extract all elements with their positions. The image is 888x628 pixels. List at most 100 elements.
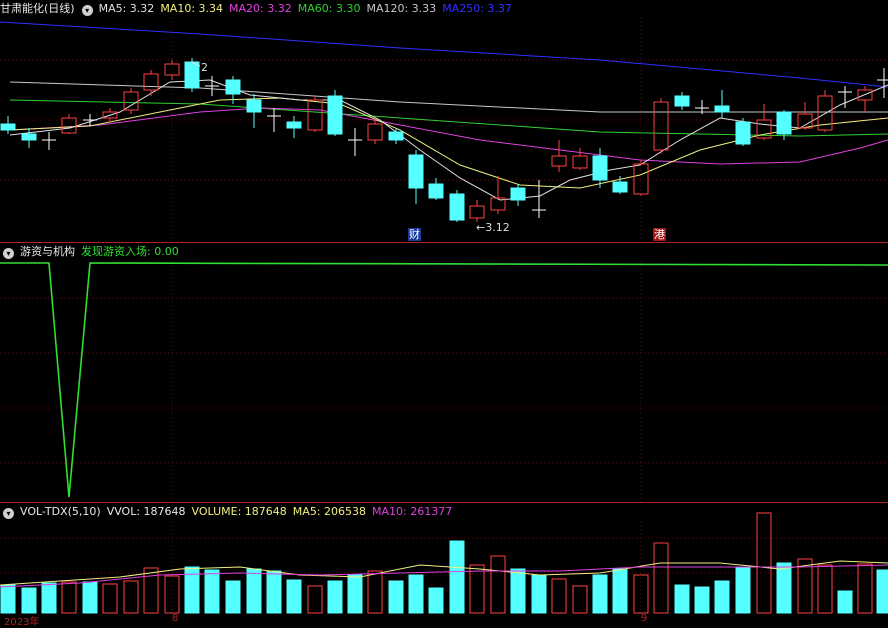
volume-bar-19 (388, 580, 404, 614)
volume-bar-42 (857, 563, 873, 614)
candle-body-19 (388, 131, 404, 141)
chevron-down-icon[interactable]: ▾ (3, 508, 14, 519)
ma-legend-3: MA60: 3.30 (297, 2, 361, 15)
x-label-month-8: 8 (172, 613, 179, 624)
candle-body-6 (123, 91, 139, 111)
candle-body-29 (592, 155, 608, 181)
indicator-pane: ▾ 游资与机构 发现游资入场: 0.00 (0, 243, 888, 502)
volume-bar-4 (82, 581, 98, 614)
candle-body-14 (286, 121, 302, 129)
volume-bar-5 (102, 583, 118, 614)
candle-body-8 (164, 63, 180, 76)
high-marker: 2 (201, 61, 208, 74)
volume-bar-10 (204, 569, 220, 614)
indicator-title[interactable]: 游资与机构 (20, 245, 75, 258)
volume-bar-40 (817, 564, 833, 614)
volume-bar-3 (61, 581, 77, 614)
volume-chart[interactable] (0, 503, 888, 624)
volume-bar-29 (592, 574, 608, 614)
candle-body-30 (612, 181, 628, 193)
low-marker: ←3.12 (476, 221, 510, 234)
vvol-value: VVOL: 187648 (106, 505, 186, 518)
ma-legend-4: MA120: 3.33 (366, 2, 437, 15)
volume-bar-24 (490, 555, 506, 614)
volume-bar-43 (876, 569, 888, 614)
volume-bar-13 (266, 570, 282, 614)
candle-body-20 (408, 154, 424, 189)
volume-bar-18 (367, 570, 383, 614)
volume-value: VOLUME: 187648 (191, 505, 287, 518)
volume-bar-1 (21, 587, 37, 614)
candle-body-22 (449, 193, 465, 221)
ma-legend-5: MA250: 3.37 (442, 2, 512, 15)
ma5-line (9, 79, 888, 201)
chevron-down-icon[interactable]: ▾ (81, 5, 93, 16)
volume-bar-16 (327, 580, 343, 614)
indicator-header: ▾ 游资与机构 发现游资入场: 0.00 (0, 243, 185, 261)
candle-body-1 (21, 133, 37, 141)
volume-bar-14 (286, 579, 302, 614)
ma-legend-2: MA20: 3.32 (229, 2, 292, 15)
ma60-line (9, 99, 888, 137)
volume-bar-28 (572, 585, 588, 614)
price-pane: 甘肃能化(日线) ▾ MA5: 3.32 MA10: 3.34 MA20: 3.32 MA… (0, 0, 888, 242)
candle-body-18 (367, 123, 383, 141)
ma-legend-0: MA5: 3.32 (98, 2, 155, 15)
volume-bar-26 (531, 574, 547, 614)
candle-body-39 (797, 113, 813, 129)
candle-body-23 (469, 205, 485, 219)
chevron-down-icon[interactable]: ▾ (3, 248, 14, 259)
volume-bar-17 (347, 574, 363, 614)
volume-bar-41 (837, 590, 853, 614)
candle-body-0 (0, 123, 16, 131)
volume-bar-23 (469, 564, 485, 614)
candle-body-36 (735, 121, 751, 145)
vol-ma5-value: MA5: 206538 (292, 505, 367, 518)
volume-title[interactable]: VOL-TDX(5,10) (20, 505, 101, 518)
candle-body-25 (510, 187, 526, 201)
vol-ma10-line (0, 564, 888, 588)
volume-bar-11 (225, 580, 241, 614)
candle-body-32 (653, 101, 669, 151)
event-label-gang[interactable]: 港 (653, 228, 666, 241)
volume-bar-27 (551, 578, 567, 614)
volume-bar-25 (510, 568, 526, 614)
event-label-cai[interactable]: 财 (408, 228, 421, 241)
candlestick-chart[interactable] (0, 0, 888, 242)
volume-bar-36 (735, 567, 751, 614)
volume-bar-0 (0, 584, 16, 614)
low-marker-value: 3.12 (485, 221, 510, 234)
volume-pane: ▾ VOL-TDX(5,10) VVOL: 187648 VOLUME: 187648… (0, 503, 888, 628)
ma-legend-1: MA10: 3.34 (160, 2, 224, 15)
indicator-value: 发现游资入场: 0.00 (81, 245, 179, 258)
candle-body-9 (184, 61, 200, 89)
candle-body-11 (225, 79, 241, 95)
candle-body-28 (572, 155, 588, 169)
volume-bar-33 (674, 584, 690, 614)
volume-bar-38 (776, 562, 792, 614)
candle-body-33 (674, 95, 690, 107)
stock-title[interactable]: 甘肃能化(日线) (0, 2, 75, 15)
volume-bar-34 (694, 586, 710, 614)
volume-bar-20 (408, 574, 424, 614)
indicator-chart[interactable] (0, 243, 888, 502)
volume-bar-6 (123, 580, 139, 614)
candle-body-16 (327, 95, 343, 135)
volume-bar-21 (428, 587, 444, 614)
volume-bar-30 (612, 568, 628, 614)
candle-body-12 (246, 99, 262, 113)
candle-body-38 (776, 111, 792, 135)
volume-bar-12 (246, 568, 262, 614)
candle-body-15 (307, 99, 323, 131)
volume-header: ▾ VOL-TDX(5,10) VVOL: 187648 VOLUME: 187648… (0, 503, 458, 521)
candle-body-21 (428, 183, 444, 199)
volume-bar-7 (143, 567, 159, 614)
volume-bar-37 (756, 512, 772, 614)
volume-bar-32 (653, 542, 669, 614)
volume-bar-15 (307, 585, 323, 614)
x-label-month-9: 9 (641, 613, 648, 624)
candle-body-27 (551, 155, 567, 167)
ma120-line (9, 81, 888, 113)
candle-body-35 (714, 105, 730, 113)
candle-body-7 (143, 73, 159, 91)
